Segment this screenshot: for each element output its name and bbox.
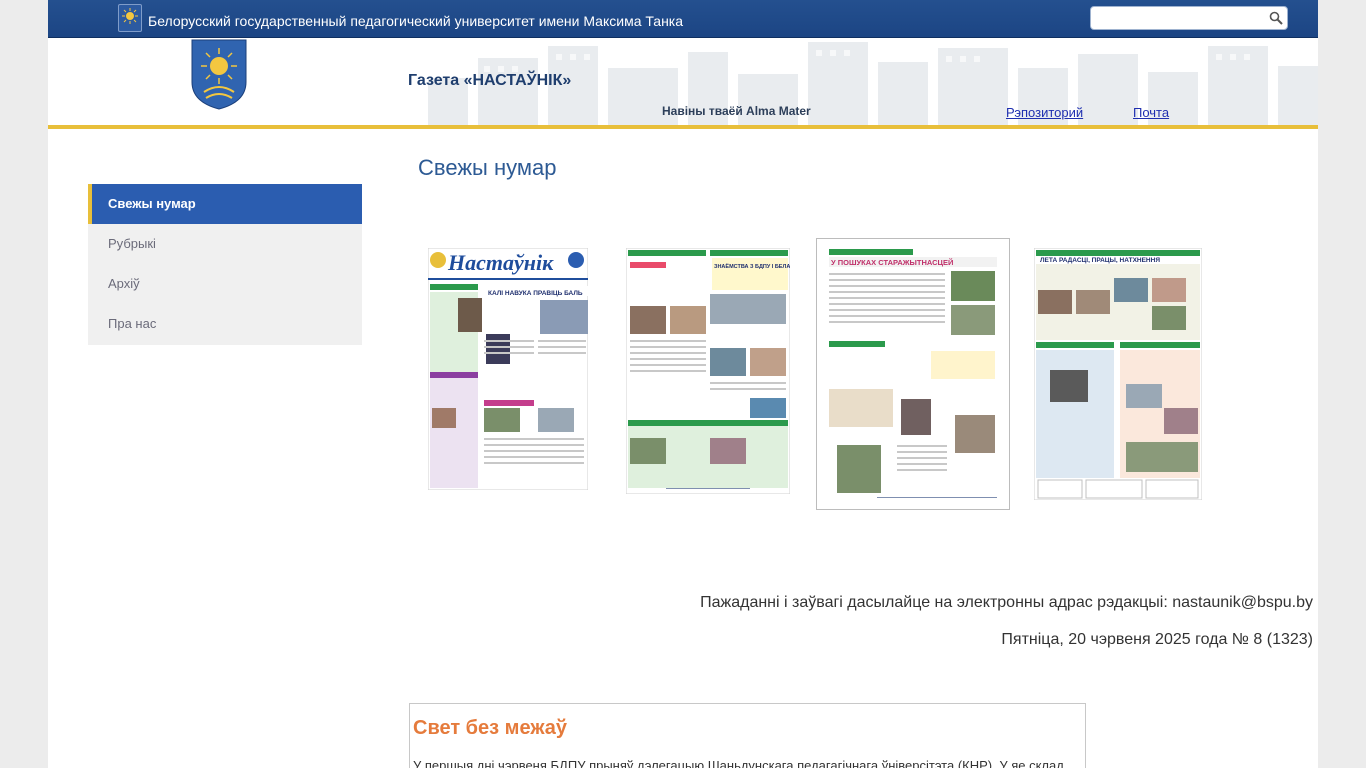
contact-info: Пажаданні і заўвагі дасылайце на электро… bbox=[700, 594, 1313, 611]
article-preview: Свет без межаў У першыя дні чэрвеня БДПУ… bbox=[409, 703, 1086, 768]
sidebar-item-latest-issue[interactable]: Свежы нумар bbox=[88, 184, 362, 224]
search-box[interactable] bbox=[1090, 6, 1288, 30]
issue-info: Пятніца, 20 чэрвеня 2025 года № 8 (1323) bbox=[1001, 631, 1313, 648]
sidebar-nav: Свежы нумар Рубрыкі Архіў Пра нас bbox=[88, 184, 362, 345]
newspaper-page-1-thumbnail[interactable]: Настаўнік КАЛІ НАВУКА ПРАВІЦЬ БАЛЬ bbox=[428, 248, 588, 490]
article-title[interactable]: Свет без межаў bbox=[413, 717, 567, 740]
newspaper-tagline: Навіны тваёй Alma Mater bbox=[662, 104, 811, 118]
header-divider bbox=[48, 125, 1318, 129]
page-1-headline: КАЛІ НАВУКА ПРАВІЦЬ БАЛЬ bbox=[488, 290, 583, 297]
top-bar: Белорусский государственный педагогическ… bbox=[48, 0, 1318, 38]
university-logo-icon[interactable] bbox=[118, 4, 142, 32]
search-input[interactable] bbox=[1095, 9, 1269, 29]
page-3-headline: У ПОШУКАХ СТАРАЖЫТНАСЦЕЙ bbox=[831, 258, 953, 267]
sidebar-item-archive[interactable]: Архіў bbox=[88, 264, 362, 304]
university-title[interactable]: Белорусский государственный педагогическ… bbox=[148, 13, 683, 30]
sidebar-item-about[interactable]: Пра нас bbox=[88, 304, 362, 344]
newspaper-title: Газета «НАСТАЎНІК» bbox=[408, 72, 572, 89]
search-icon[interactable] bbox=[1269, 11, 1283, 25]
sidebar-item-rubrics[interactable]: Рубрыкі bbox=[88, 224, 362, 264]
mail-link[interactable]: Почта bbox=[1133, 105, 1169, 120]
page-2-headline: ЗНАЁМСТВА З БДПУ І БЕЛАРУССЮ У ФАРМАЦЕ «… bbox=[714, 262, 790, 270]
page: Белорусский государственный педагогическ… bbox=[48, 0, 1318, 768]
page-title: Свежы нумар bbox=[418, 155, 557, 180]
repository-link[interactable]: Рэпозиторий bbox=[1006, 105, 1083, 120]
newspaper-page-3-thumbnail[interactable]: У ПОШУКАХ СТАРАЖЫТНАСЦЕЙ bbox=[816, 238, 1010, 510]
newspaper-page-4-thumbnail[interactable]: ЛЕТА РАДАСЦІ, ПРАЦЫ, НАТХНЕННЯ bbox=[1034, 248, 1202, 500]
page-1-masthead: Настаўнік bbox=[447, 250, 554, 275]
page-4-headline: ЛЕТА РАДАСЦІ, ПРАЦЫ, НАТХНЕННЯ bbox=[1040, 257, 1160, 264]
newspaper-page-2-thumbnail[interactable]: ЗНАЁМСТВА З БДПУ І БЕЛАРУССЮ У ФАРМАЦЕ «… bbox=[626, 248, 790, 494]
university-crest-icon[interactable] bbox=[190, 38, 248, 110]
article-excerpt: У першыя дні чэрвеня БДПУ прыняў дэлегац… bbox=[413, 758, 1064, 768]
